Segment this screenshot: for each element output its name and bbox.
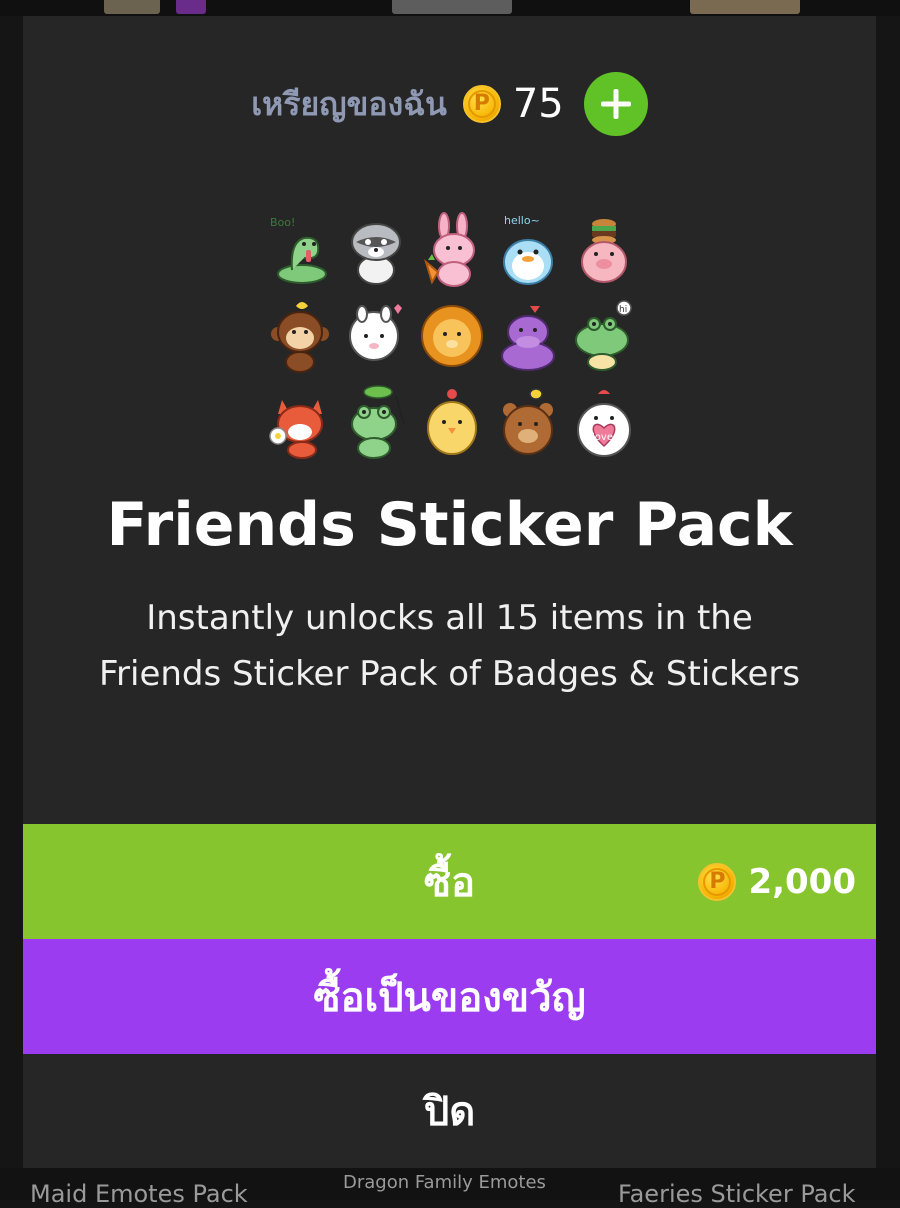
sticker-bear <box>496 384 560 460</box>
sticker-pig <box>572 212 636 288</box>
sticker-bunny <box>420 212 484 288</box>
sticker-penguin: hello~ <box>496 212 560 288</box>
svg-text:Boo!: Boo! <box>270 216 295 229</box>
wallet-bar: เหรียญของฉัน P 75 <box>23 72 876 136</box>
buy-button[interactable]: ซื้อ P 2,000 <box>23 824 876 939</box>
sticker-fox <box>268 384 332 460</box>
sticker-monkey <box>268 298 332 374</box>
purchase-dialog: เหรียญของฉัน P 75 Boo! hello~ hi love Fr… <box>23 16 876 1168</box>
background-thumbnail <box>690 0 800 14</box>
sticker-crocodile: hi <box>572 298 636 374</box>
background-pack-label: Dragon Family Emotes <box>343 1172 546 1193</box>
sticker-chicken: love <box>572 384 636 460</box>
pack-title: Friends Sticker Pack <box>106 490 793 560</box>
buy-price-value: 2,000 <box>748 861 856 902</box>
svg-text:hello~: hello~ <box>504 214 540 227</box>
buy-as-gift-button[interactable]: ซื้อเป็นของขวัญ <box>23 939 876 1054</box>
sticker-lion <box>420 298 484 374</box>
background-thumbnail <box>392 0 512 14</box>
close-button[interactable]: ปิด <box>23 1054 876 1168</box>
coin-icon: P <box>698 862 737 901</box>
buy-price: P 2,000 <box>698 824 856 939</box>
background-thumbnail-strip <box>0 0 900 16</box>
background-thumbnail <box>104 0 160 14</box>
pack-description: Instantly unlocks all 15 items in the Fr… <box>98 598 801 694</box>
background-pack-labels: Maid Emotes Pack Dragon Family Emotes Fa… <box>0 1168 900 1208</box>
wallet-balance: 75 <box>512 81 564 127</box>
svg-text:love: love <box>592 432 613 443</box>
add-coins-button[interactable] <box>583 72 648 136</box>
coin-icon: P <box>462 85 501 123</box>
sticker-raccoon <box>344 212 408 288</box>
sticker-snake: Boo! <box>268 212 332 288</box>
sticker-preview-grid: Boo! hello~ hi love <box>267 212 637 472</box>
wallet-label: เหรียญของฉัน <box>251 84 447 123</box>
sticker-hippo <box>496 298 560 374</box>
sticker-chick <box>420 384 484 460</box>
svg-text:hi: hi <box>619 305 627 315</box>
background-pack-label: Maid Emotes Pack <box>30 1180 248 1208</box>
background-thumbnail <box>176 0 206 14</box>
plus-icon <box>600 89 631 119</box>
sticker-alpaca <box>344 298 408 374</box>
sticker-frog <box>344 384 408 460</box>
background-pack-label: Faeries Sticker Pack <box>618 1180 856 1208</box>
